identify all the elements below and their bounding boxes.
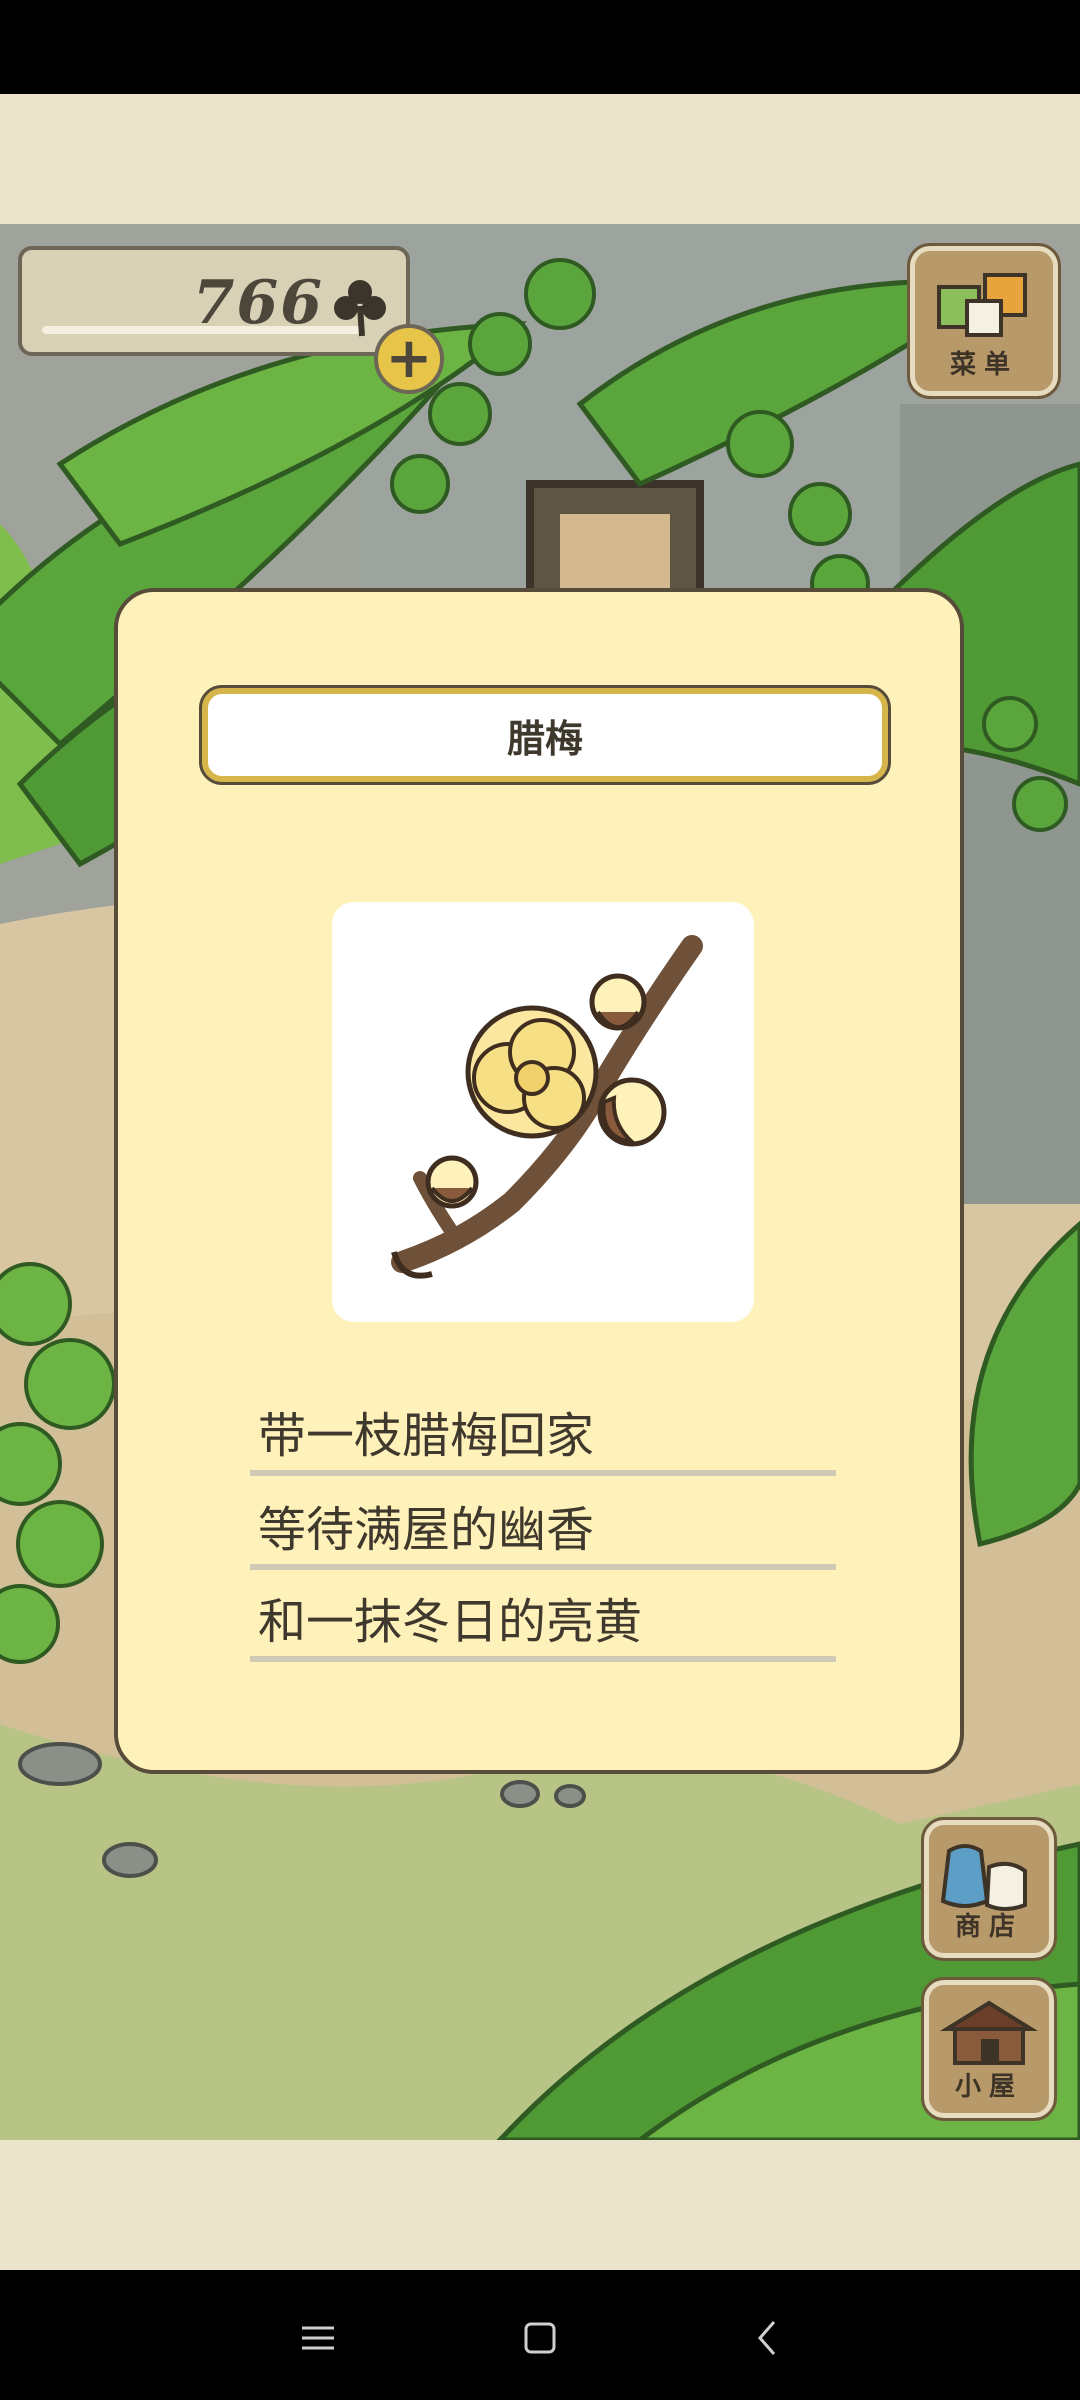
item-name: 腊梅: [506, 716, 583, 761]
description-text-3: 和一抹冬日的亮黄: [258, 1594, 643, 1650]
house-label: 小屋: [954, 2072, 1023, 2102]
home-icon[interactable]: [520, 2318, 560, 2358]
description-text-1: 带一枝腊梅回家: [258, 1408, 595, 1464]
item-description-line: 等待满屋的幽香: [250, 1502, 836, 1570]
add-clover-button[interactable]: +: [374, 324, 444, 394]
bottom-letterbox: [0, 2140, 1080, 2270]
house-button[interactable]: 小屋: [921, 1977, 1057, 2121]
shop-button[interactable]: 商店: [921, 1817, 1057, 1961]
description-text-2: 等待满屋的幽香: [258, 1502, 595, 1558]
item-description-line: 和一抹冬日的亮黄: [250, 1594, 836, 1662]
clover-count: 766: [192, 268, 324, 338]
back-icon[interactable]: [748, 2318, 788, 2358]
shop-label: 商店: [954, 1912, 1023, 1942]
wintersweet-branch-icon: [391, 935, 703, 1279]
item-description-line: 带一枝腊梅回家: [250, 1408, 836, 1476]
menu-label: 菜单: [949, 350, 1018, 380]
item-title-box: 腊梅: [199, 685, 891, 785]
plus-icon: +: [385, 326, 433, 391]
item-image: [332, 902, 754, 1322]
menu-button[interactable]: 菜单: [907, 243, 1061, 399]
clover-counter: 766: [18, 246, 410, 356]
menu-icon: [937, 273, 1027, 337]
top-letterbox: [0, 94, 1080, 224]
recent-apps-menu-icon[interactable]: [298, 2318, 338, 2358]
status-bar: [0, 0, 1080, 94]
item-detail-card: 腊梅 带一枝腊梅回家 等待满屋的幽香 和一抹冬日的亮黄: [114, 588, 964, 1774]
